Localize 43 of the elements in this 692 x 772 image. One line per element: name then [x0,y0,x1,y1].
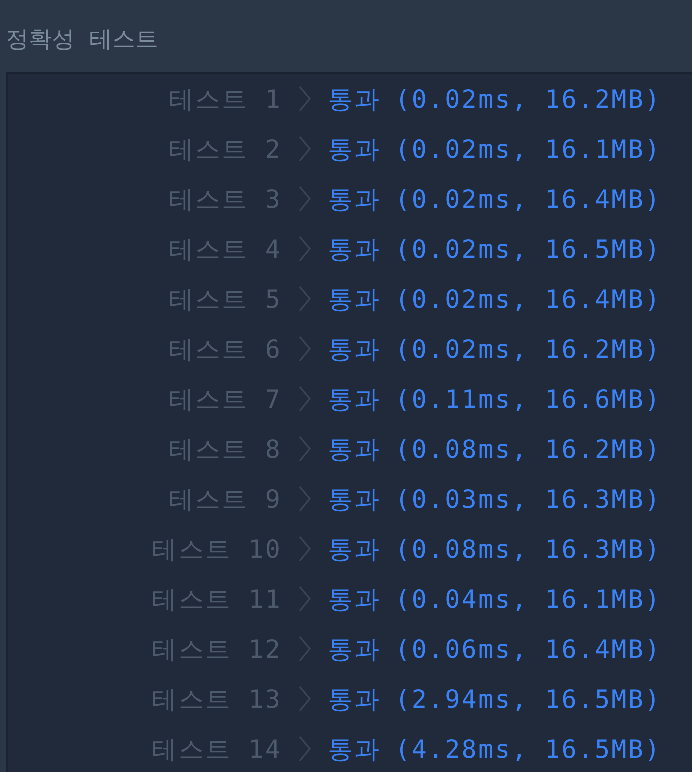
result-detail: (0.02ms, 16.5MB) [395,234,662,264]
chevron-icon [298,736,312,762]
chevron-icon [298,636,312,662]
chevron-icon [298,286,312,312]
chevron-icon [298,336,312,362]
result-detail: (0.02ms, 16.4MB) [395,184,662,214]
result-status: 통과 [328,684,382,716]
result-status: 통과 [328,634,382,666]
result-detail: (0.08ms, 16.3MB) [395,534,662,564]
result-detail: (0.04ms, 16.1MB) [395,584,662,614]
chevron-icon [298,686,312,712]
result-status: 통과 [328,434,382,466]
chevron-icon [298,236,312,262]
result-status: 통과 [328,384,382,416]
result-status: 통과 [328,534,382,566]
result-status: 통과 [328,134,382,166]
result-detail: (0.02ms, 16.1MB) [395,134,662,164]
result-status: 통과 [328,734,382,766]
result-status: 통과 [328,184,382,216]
result-detail: (0.03ms, 16.3MB) [395,484,662,514]
result-status: 통과 [328,584,382,616]
result-detail: (4.28ms, 16.5MB) [395,734,662,764]
result-detail: (0.02ms, 16.2MB) [395,334,662,364]
result-detail: (0.02ms, 16.2MB) [395,84,662,114]
result-status: 통과 [328,234,382,266]
chevron-icon [298,86,312,112]
result-status: 통과 [328,334,382,366]
result-status: 통과 [328,84,382,116]
result-detail: (2.94ms, 16.5MB) [395,684,662,714]
result-status: 통과 [328,284,382,316]
result-detail: (0.02ms, 16.4MB) [395,284,662,314]
chevron-icon [298,436,312,462]
result-detail: (0.11ms, 16.6MB) [395,384,662,414]
chevron-icon [298,186,312,212]
chevron-icon [298,586,312,612]
chevron-icon [298,136,312,162]
section-title: 정확성 테스트 [6,26,159,54]
result-status: 통과 [328,484,382,516]
chevron-icon [298,386,312,412]
chevron-icon [298,486,312,512]
result-detail: (0.06ms, 16.4MB) [395,634,662,664]
chevron-icon [298,536,312,562]
result-detail: (0.08ms, 16.2MB) [395,434,662,464]
